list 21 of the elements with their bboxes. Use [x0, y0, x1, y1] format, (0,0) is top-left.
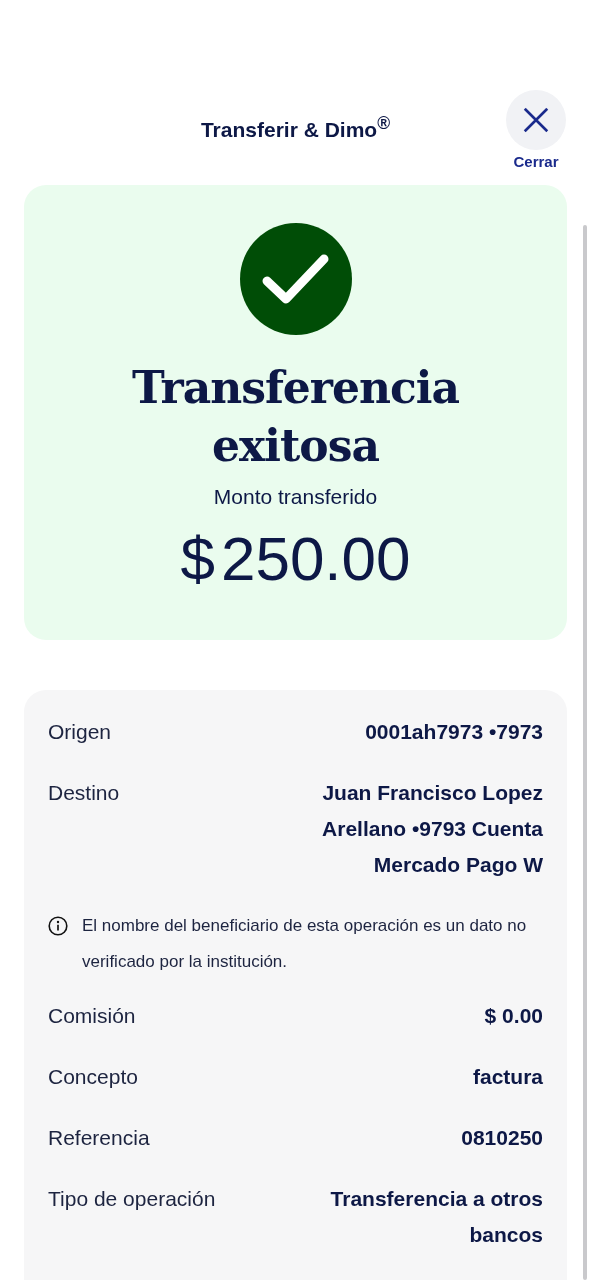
screen-title: Transferir & Dimo$^{®}$: [200, 113, 391, 139]
info-icon: [48, 916, 68, 936]
detail-label: Concepto: [48, 1064, 138, 1090]
detail-value: Juan Francisco Lopez Arellano •9793 Cuenta Mercado Pago W: [321, 780, 543, 878]
check-icon: [239, 223, 352, 335]
success-title: Transferencia exitosa: [130, 361, 461, 473]
currency-sign: $: [180, 523, 215, 595]
detail-label: Origen: [48, 719, 112, 745]
detail-label: Tipo de operación: [48, 1186, 216, 1212]
detail-value: 0810250: [461, 1125, 543, 1151]
detail-value: factura: [472, 1064, 543, 1090]
info-note: El nombre del beneficiario de esta operación es un dato no verificado por la institución.: [82, 915, 528, 973]
amount-label: Monto transferido: [213, 485, 378, 509]
detail-label: Referencia: [48, 1125, 150, 1151]
detail-value: 0001ah7973 •7973: [365, 719, 543, 745]
detail-value: Transferencia a otros bancos: [329, 1186, 543, 1248]
detail-value: $ 0.00: [484, 1003, 543, 1029]
detail-label: Comisión: [48, 1003, 136, 1029]
amount-value: 250.00: [220, 523, 411, 595]
close-button[interactable]: Cerrar: [506, 90, 566, 170]
detail-label: Destino: [48, 780, 120, 806]
